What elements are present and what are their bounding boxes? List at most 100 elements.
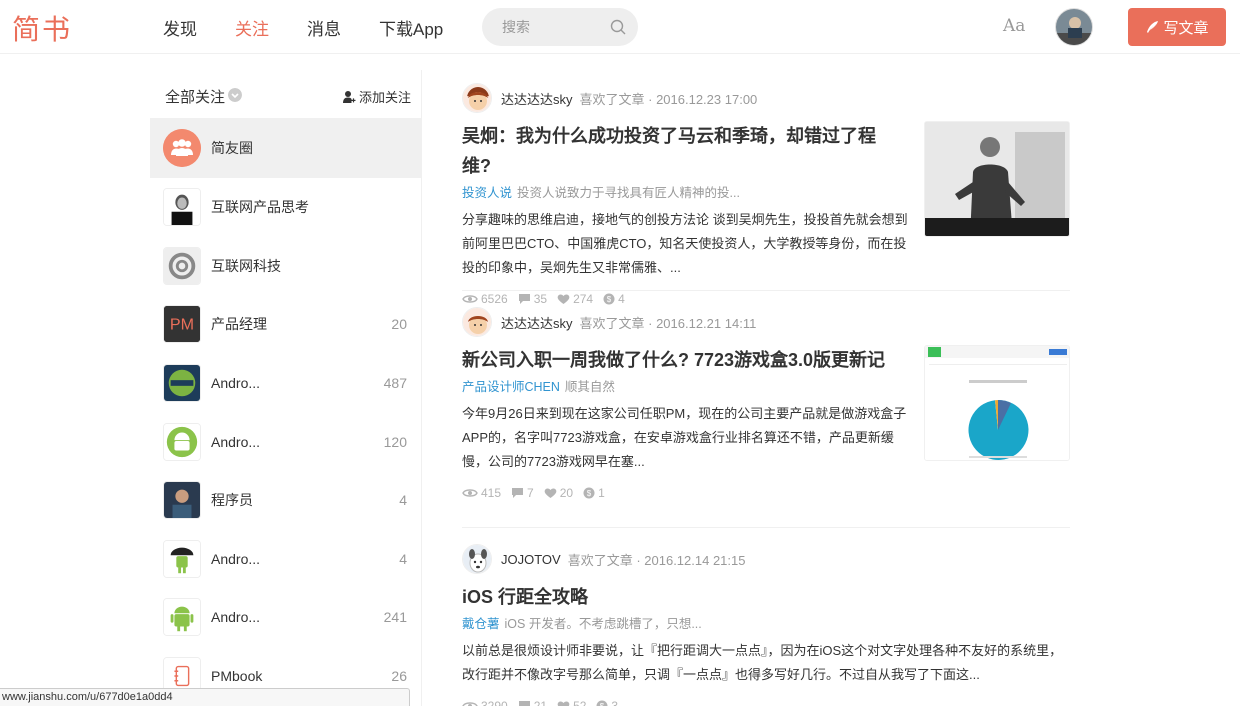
- activity-action-time: 喜欢了文章 · 2016.12.23 17:00: [579, 91, 758, 107]
- collection-link[interactable]: 戴仓薯: [462, 617, 500, 631]
- sidebar-item-label: PMbook: [211, 668, 263, 685]
- friends-circle-icon: [163, 129, 201, 167]
- likes-count: 20: [559, 486, 574, 500]
- sidebar-item-label: 产品经理: [211, 316, 267, 333]
- sidebar-item-friends-circle[interactable]: 简友圈: [150, 118, 421, 178]
- sidebar-item-label: 互联网科技: [211, 257, 281, 274]
- activity-feed: 达达达达sky 喜欢了文章 · 2016.12.23 17:00 吴炯：我为什么…: [462, 80, 1070, 706]
- unread-count: 4: [399, 492, 407, 509]
- views-stat: 415: [462, 486, 501, 500]
- rewards-count: 3: [611, 699, 619, 706]
- sidebar-item-label: 互联网产品思考: [211, 199, 309, 216]
- unread-count: 120: [383, 433, 407, 450]
- unread-count: 4: [399, 550, 407, 567]
- comments-stat[interactable]: 7: [511, 486, 534, 500]
- collection-link[interactable]: 产品设计师CHEN: [462, 380, 560, 394]
- author-name[interactable]: JOJOTOV: [501, 552, 561, 567]
- collection-description: 顺其自然: [564, 380, 615, 394]
- collection-description: 投资人说致力于寻找具有匠人精神的投...: [517, 186, 740, 200]
- author-avatar[interactable]: [462, 544, 492, 574]
- article-source: 戴仓薯 iOS 开发者。不考虑跳槽了，只想...: [462, 614, 1070, 634]
- article-thumbnail[interactable]: [924, 345, 1070, 461]
- coin-icon: $: [583, 487, 595, 499]
- sidebar-item-label: 简友圈: [211, 140, 253, 156]
- nav-messages[interactable]: 消息: [307, 15, 341, 40]
- comments-count: 21: [533, 699, 548, 706]
- write-article-label: 写文章: [1163, 19, 1209, 37]
- add-follow-button[interactable]: 添加关注: [342, 87, 411, 106]
- eye-icon: [462, 702, 478, 706]
- jianshu-logo[interactable]: 简书: [12, 8, 72, 48]
- sidebar-header: 全部关注 添加关注: [150, 70, 421, 118]
- unread-count: 26: [391, 668, 407, 685]
- unread-count: 20: [391, 316, 407, 333]
- user-avatar[interactable]: [1055, 8, 1093, 46]
- author-avatar[interactable]: [462, 307, 492, 337]
- search-input[interactable]: [482, 8, 602, 46]
- article-thumbnail[interactable]: [924, 121, 1070, 237]
- heart-icon: [557, 701, 570, 706]
- search-icon[interactable]: [610, 19, 626, 35]
- article-abstract: 分享趣味的思维启迪，接地气的创投方法论 谈到吴炯先生，投投首先就会想到前阿里巴巴…: [462, 212, 908, 275]
- following-list: 简友圈 互联网产品思考 互联网科技 PM 产品经理 20 Andro... 48…: [150, 118, 421, 705]
- comment-icon: [512, 488, 524, 498]
- android-robot-icon: [163, 598, 201, 637]
- likes-stat: 52: [557, 699, 586, 706]
- write-article-button[interactable]: 写文章: [1128, 8, 1226, 46]
- article-abstract: 以前总是很烦设计师非要说，让『把行距调大一点点』，因为在iOS这个对文字处理各种…: [462, 643, 1063, 682]
- add-follow-label: 添加关注: [358, 90, 411, 105]
- author-name[interactable]: 达达达达sky: [501, 313, 573, 332]
- feed-item: 达达达达sky 喜欢了文章 · 2016.12.21 14:11 新公司入职一周…: [462, 304, 1070, 528]
- svg-text:PM: PM: [170, 316, 194, 334]
- feed-item: JOJOTOV 喜欢了文章 · 2016.12.14 21:15 iOS 行距全…: [462, 541, 1070, 706]
- article-title[interactable]: 吴炯：我为什么成功投资了马云和季琦，却错过了程维?: [462, 121, 902, 181]
- article-stats: 415 7 20 $ 1: [462, 474, 1070, 512]
- all-following-filter[interactable]: 全部关注: [165, 86, 225, 107]
- android-logo-dark: [163, 364, 201, 403]
- font-settings-toggle[interactable]: Aa: [1003, 16, 1025, 36]
- likes-count: 52: [573, 699, 587, 706]
- feed-item: 达达达达sky 喜欢了文章 · 2016.12.23 17:00 吴炯：我为什么…: [462, 80, 1070, 306]
- nav-download-app[interactable]: 下载App: [379, 15, 443, 40]
- following-sidebar: 全部关注 添加关注 简友圈 互联网产品思考 互联网科技 PM 产品经理 20 A…: [150, 70, 422, 706]
- unread-count: 241: [383, 609, 407, 626]
- sidebar-item-internet-tech[interactable]: 互联网科技: [150, 237, 421, 296]
- rewards-stat: $ 1: [583, 486, 605, 500]
- comments-stat[interactable]: 21: [518, 699, 547, 706]
- collection-description: iOS 开发者。不考虑跳槽了，只想...: [504, 617, 702, 631]
- svg-text:$: $: [587, 489, 592, 498]
- sidebar-item-product-manager[interactable]: PM 产品经理 20: [150, 295, 421, 354]
- rewards-stat: $ 3: [596, 699, 618, 706]
- views-stat: 3290: [462, 699, 508, 706]
- author-avatar[interactable]: [462, 83, 492, 113]
- svg-text:$: $: [607, 295, 612, 304]
- chevron-down-icon[interactable]: [228, 88, 242, 102]
- android-logo-green: [163, 422, 201, 461]
- nav-follow[interactable]: 关注: [235, 15, 269, 40]
- sidebar-item-android-2[interactable]: Andro... 120: [150, 412, 421, 471]
- steve-jobs-avatar: [163, 188, 201, 227]
- pm-logo: PM: [163, 305, 201, 344]
- article-title[interactable]: iOS 行距全攻略: [462, 582, 902, 612]
- unread-count: 487: [383, 375, 407, 392]
- nav-discover[interactable]: 发现: [163, 15, 197, 40]
- comment-icon: [518, 701, 530, 706]
- article-stats: 3290 21 52 $ 3: [462, 687, 1070, 706]
- heart-icon: [544, 488, 557, 498]
- sidebar-item-label: Andro...: [211, 550, 261, 567]
- sidebar-item-label: 程序员: [211, 492, 253, 509]
- collection-link[interactable]: 投资人说: [462, 186, 512, 200]
- sidebar-item-android-3[interactable]: Andro... 4: [150, 530, 421, 589]
- article-title[interactable]: 新公司入职一周我做了什么? 7723游戏盒3.0版更新记: [462, 345, 902, 375]
- main-nav: 发现 关注 消息 下载App: [163, 0, 481, 54]
- top-header: 简书 发现 关注 消息 下载App Aa 写文章: [0, 0, 1240, 54]
- activity-action-time: 喜欢了文章 · 2016.12.21 14:11: [579, 315, 757, 331]
- sidebar-item-internet-product[interactable]: 互联网产品思考: [150, 178, 421, 237]
- rewards-count: 1: [598, 486, 605, 500]
- activity-action-time: 喜欢了文章 · 2016.12.14 21:15: [567, 552, 746, 568]
- sidebar-item-programmer[interactable]: 程序员 4: [150, 471, 421, 530]
- svg-text:$: $: [600, 702, 605, 706]
- sidebar-item-android-4[interactable]: Andro... 241: [150, 588, 421, 647]
- author-name[interactable]: 达达达达sky: [501, 89, 573, 108]
- sidebar-item-android-1[interactable]: Andro... 487: [150, 354, 421, 413]
